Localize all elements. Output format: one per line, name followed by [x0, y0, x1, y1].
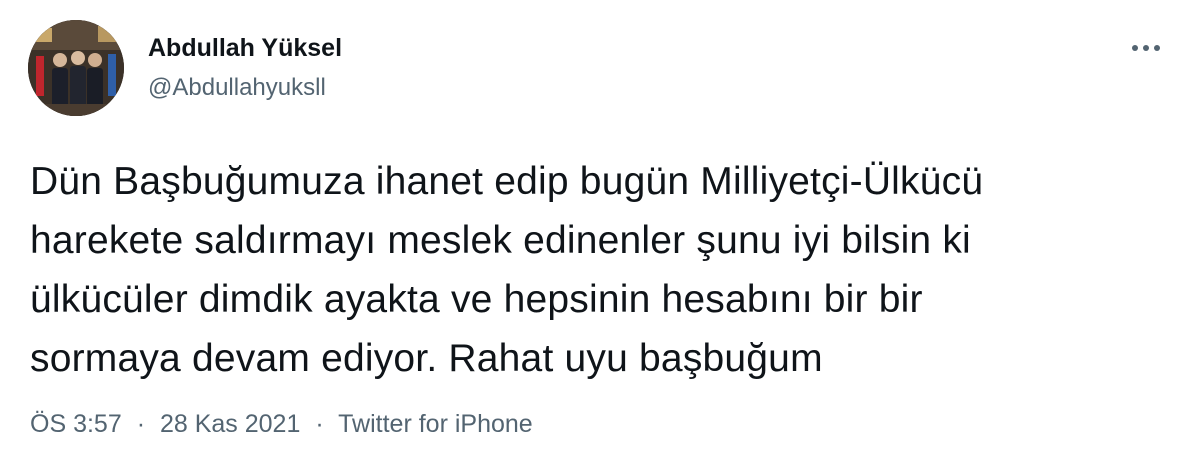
- author-display-name[interactable]: Abdullah Yüksel: [148, 34, 342, 63]
- more-options-button[interactable]: [1118, 28, 1174, 68]
- meta-separator: ·: [136, 410, 146, 438]
- more-horizontal-icon: [1131, 44, 1161, 52]
- tweet-text: Dün Başbuğumuza ihanet edip bugün Milliy…: [30, 152, 1180, 388]
- tweet-time[interactable]: ÖS 3:57: [30, 410, 122, 438]
- tweet-text-line: ülkücüler dimdik ayakta ve hepsinin hesa…: [30, 278, 923, 321]
- tweet-text-line: Dün Başbuğumuza ihanet edip bugün Milliy…: [30, 160, 984, 203]
- avatar-photo: [28, 20, 124, 116]
- tweet-text-line: sormaya devam ediyor. Rahat uyu başbuğum: [30, 337, 823, 380]
- meta-separator: ·: [315, 410, 324, 438]
- avatar[interactable]: [28, 20, 124, 116]
- tweet-source[interactable]: Twitter for iPhone: [338, 410, 533, 438]
- tweet-card: Abdullah Yüksel @Abdullahyuksll Dün Başb…: [0, 0, 1200, 476]
- tweet-text-line: harekete saldırmayı meslek edinenler şun…: [30, 219, 971, 262]
- author-handle[interactable]: @Abdullahyuksll: [148, 74, 326, 102]
- tweet-date[interactable]: 28 Kas 2021: [160, 410, 300, 438]
- tweet-metadata: ÖS 3:57 · 28 Kas 2021 · Twitter for iPho…: [30, 410, 533, 439]
